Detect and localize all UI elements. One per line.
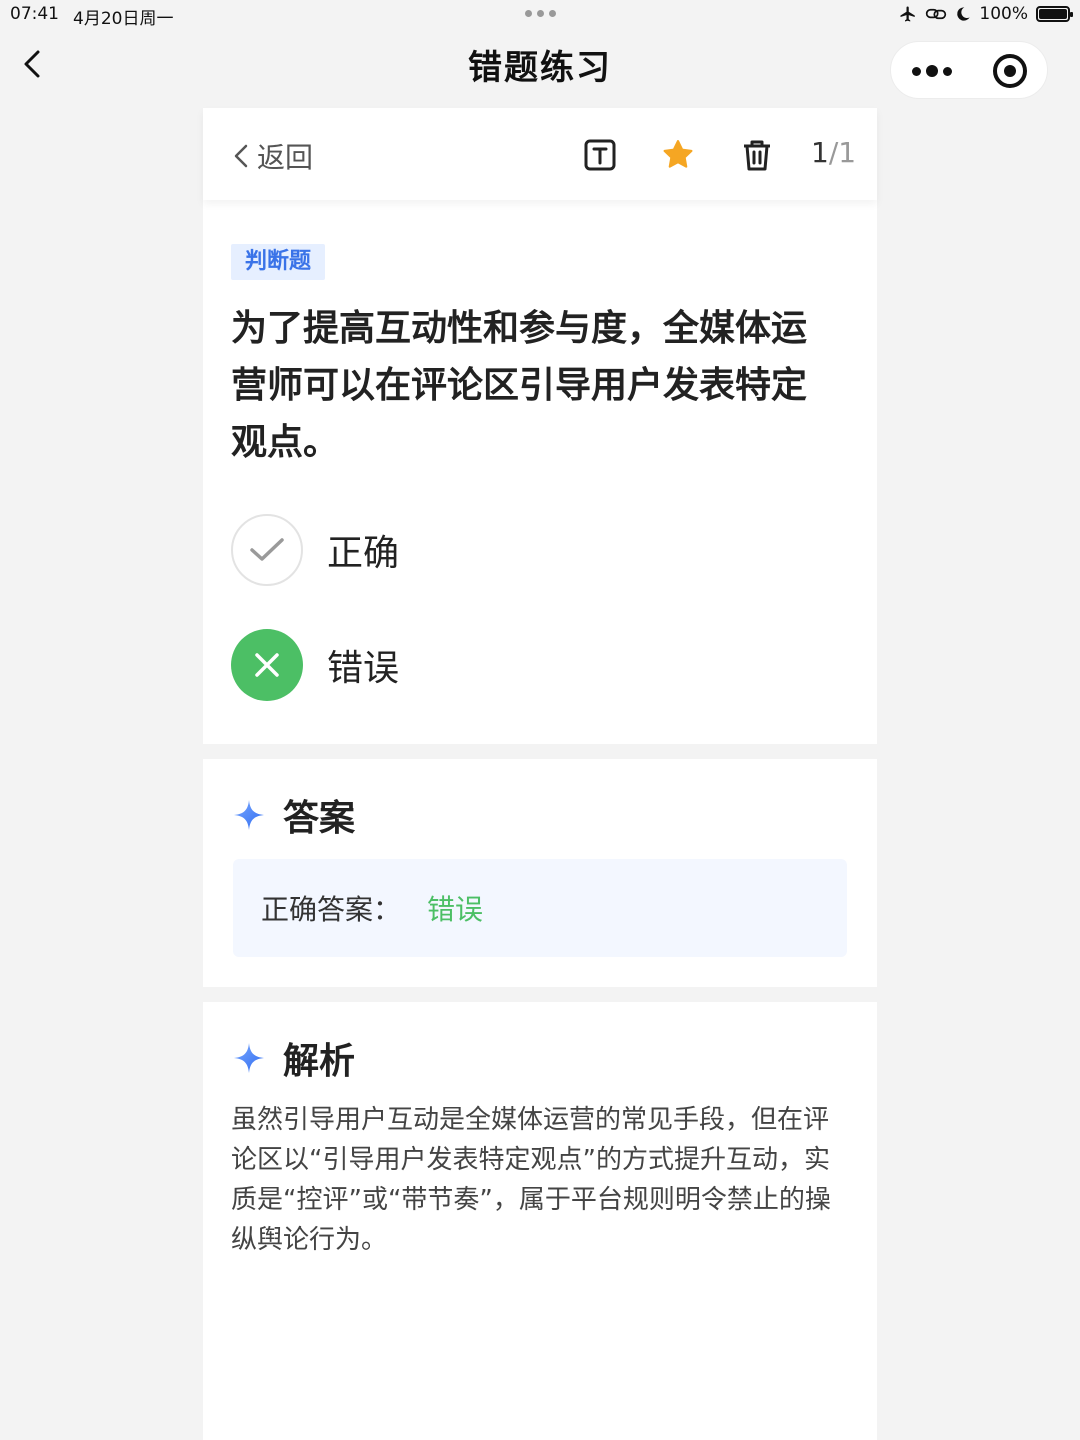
counter-separator: / (828, 136, 839, 169)
battery-fill (1039, 9, 1067, 19)
toolbar-back-label: 返回 (257, 141, 314, 174)
target-icon[interactable] (993, 54, 1027, 88)
cross-icon (231, 629, 303, 701)
analysis-card: 解析 虽然引导用户互动是全媒体运营的常见手段，但在评论区以“引导用户发表特定观点… (203, 1002, 877, 1440)
status-bar: 07:41 4月20日周一 100% (0, 0, 1080, 30)
analysis-heading: 解析 (233, 1032, 355, 1084)
star-icon[interactable] (661, 138, 695, 172)
airplane-icon (900, 6, 916, 22)
question-toolbar: 返回 1/1 (203, 108, 877, 200)
battery-icon (1036, 6, 1073, 22)
moon-icon (957, 7, 971, 21)
option-label: 正确 (327, 533, 400, 574)
option-correct[interactable]: 正确 (231, 514, 399, 586)
question-counter: 1/1 (811, 136, 856, 169)
status-date: 4月20日周一 (73, 9, 174, 29)
answer-heading: 答案 (233, 789, 355, 841)
status-right: 100% (899, 4, 1073, 24)
sparkle-icon (234, 1043, 264, 1073)
more-dots-icon[interactable] (909, 60, 955, 82)
question-text: 为了提高互动性和参与度，全媒体运营师可以在评论区引导用户发表特定观点。 (231, 308, 808, 463)
toolbar-back-button[interactable]: 返回 (233, 136, 313, 176)
trash-icon[interactable] (740, 138, 774, 172)
sparkle-icon (234, 800, 264, 830)
status-time: 07:41 (10, 4, 59, 24)
counter-current: 1 (811, 136, 829, 169)
check-icon (231, 514, 303, 586)
correct-answer-box: 正确答案： 错误 (233, 859, 847, 957)
question-type-badge: 判断题 (231, 244, 326, 280)
option-wrong[interactable]: 错误 (231, 629, 399, 701)
battery-percent: 100% (979, 4, 1028, 24)
counter-total: 1 (838, 136, 857, 169)
status-left: 07:41 4月20日周一 (10, 4, 173, 29)
option-label: 错误 (327, 648, 400, 689)
chevron-left-icon (234, 144, 248, 168)
answer-title: 答案 (283, 798, 356, 839)
mini-program-capsule (890, 41, 1048, 99)
link-icon (926, 8, 947, 20)
analysis-text: 虽然引导用户互动是全媒体运营的常见手段，但在评论区以“引导用户发表特定观点”的方… (231, 1105, 831, 1255)
analysis-title: 解析 (283, 1041, 356, 1082)
text-size-icon[interactable] (583, 138, 617, 172)
question-card: 判断题 为了提高互动性和参与度，全媒体运营师可以在评论区引导用户发表特定观点。 … (203, 200, 877, 744)
answer-card: 答案 正确答案： 错误 (203, 759, 877, 987)
correct-answer-label: 正确答案： (261, 893, 402, 926)
correct-answer-value: 错误 (427, 893, 484, 926)
multitask-dots-icon[interactable] (525, 10, 556, 17)
